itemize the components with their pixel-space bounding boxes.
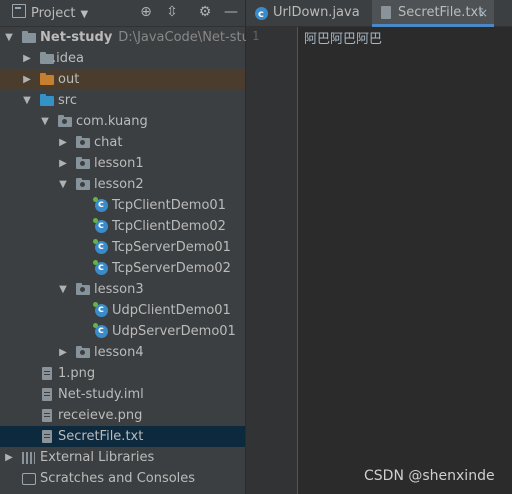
tree-item-label: lesson3 xyxy=(94,282,144,297)
tree-item-label: TcpServerDemo01 xyxy=(112,240,231,255)
chevron-down-icon[interactable]: ▼ xyxy=(40,111,50,132)
project-view-label: Project xyxy=(31,6,76,21)
tree-item-file[interactable]: 1.png xyxy=(0,363,245,384)
tree-item-label: TcpClientDemo02 xyxy=(112,219,226,234)
scratches-icon xyxy=(22,473,36,485)
tree-item-out[interactable]: ▶ out xyxy=(0,69,245,90)
chevron-down-icon[interactable]: ▼ xyxy=(58,279,68,300)
tree-item-java-class[interactable]: TcpServerDemo01 xyxy=(0,236,245,258)
image-file-icon xyxy=(42,367,52,380)
tree-item-scratches[interactable]: Scratches and Consoles xyxy=(0,468,245,489)
chevron-down-icon[interactable]: ▼ xyxy=(4,27,14,48)
tree-item-java-class[interactable]: TcpClientDemo01 xyxy=(0,194,245,216)
image-file-icon xyxy=(42,409,52,422)
tree-item-chat[interactable]: ▶ chat xyxy=(0,132,245,153)
java-class-icon xyxy=(255,2,268,28)
chevron-right-icon[interactable]: ▶ xyxy=(22,69,32,90)
tab-label: UrlDown.java xyxy=(273,5,360,20)
tree-item-label: lesson4 xyxy=(94,345,144,360)
text-file-icon xyxy=(42,430,52,443)
tree-item-net-study[interactable]: ▼ Net-study D:\JavaCode\Net-study xyxy=(0,27,266,48)
java-class-icon xyxy=(93,215,108,236)
tree-item-lesson1[interactable]: ▶ lesson1 xyxy=(0,153,245,174)
collapse-all-icon[interactable]: ⇳ xyxy=(164,4,180,20)
tree-item-label: lesson2 xyxy=(94,177,144,192)
chevron-down-icon: ▼ xyxy=(80,9,89,20)
tree-item-label: Net-study.iml xyxy=(58,387,144,402)
package-icon xyxy=(76,346,90,358)
tree-item-file[interactable]: receieve.png xyxy=(0,405,245,426)
tree-item-label: UdpServerDemo01 xyxy=(112,324,236,339)
gear-icon[interactable]: ⚙ xyxy=(197,4,213,20)
package-icon xyxy=(76,283,90,295)
tab-secretfile-txt[interactable]: SecretFile.txt × xyxy=(372,0,494,27)
tree-item-idea[interactable]: ▶ .idea xyxy=(0,48,245,69)
package-icon xyxy=(76,178,90,190)
tree-item-java-class[interactable]: TcpClientDemo02 xyxy=(0,215,245,237)
tree-item-lesson3[interactable]: ▼ lesson3 xyxy=(0,279,245,300)
tree-item-label: 1.png xyxy=(58,366,96,381)
crosshair-icon[interactable]: ⊕ xyxy=(138,4,154,20)
tree-item-file-selected[interactable]: SecretFile.txt xyxy=(0,426,245,447)
close-icon[interactable]: × xyxy=(478,0,488,26)
tree-item-external-libraries[interactable]: ▶ External Libraries xyxy=(0,447,245,468)
chevron-right-icon[interactable]: ▶ xyxy=(22,48,32,69)
editor-line[interactable]: 阿巴阿巴阿巴 xyxy=(304,28,382,47)
java-class-icon xyxy=(93,320,108,341)
package-icon xyxy=(76,136,90,148)
tab-urldown-java[interactable]: UrlDown.java xyxy=(246,0,370,28)
project-view-selector[interactable]: Project ▼ xyxy=(12,4,88,21)
editor-gutter xyxy=(246,27,298,494)
chevron-right-icon[interactable]: ▶ xyxy=(58,153,68,174)
tree-item-java-class[interactable]: UdpServerDemo01 xyxy=(0,320,245,342)
tree-item-label: Scratches and Consoles xyxy=(40,471,196,486)
module-file-icon xyxy=(42,388,52,401)
tree-item-label: External Libraries xyxy=(40,450,155,465)
tab-label: SecretFile.txt xyxy=(398,5,484,20)
source-folder-icon xyxy=(40,94,54,106)
module-path: D:\JavaCode\Net-study xyxy=(118,30,266,45)
java-class-icon xyxy=(93,257,108,278)
chevron-down-icon[interactable]: ▼ xyxy=(58,174,68,195)
tree-item-label: idea xyxy=(56,51,84,66)
tree-item-label: out xyxy=(58,72,80,87)
java-class-icon xyxy=(93,236,108,257)
package-icon xyxy=(76,157,90,169)
tree-item-label: src xyxy=(58,93,77,108)
tree-item-label: TcpClientDemo01 xyxy=(112,198,226,213)
tree-item-label: lesson1 xyxy=(94,156,144,171)
tree-item-label: com.kuang xyxy=(76,114,148,129)
minimize-icon[interactable]: — xyxy=(223,4,239,20)
project-toolbar: Project ▼ ⊕ ⇳ ⚙ — xyxy=(0,0,245,27)
java-class-icon xyxy=(93,194,108,215)
tree-item-label: receieve.png xyxy=(58,408,143,423)
tree-item-java-class[interactable]: UdpClientDemo01 xyxy=(0,299,245,321)
tree-item-label: chat xyxy=(94,135,123,150)
watermark: CSDN @shenxinde xyxy=(364,468,495,484)
tree-item-java-class[interactable]: TcpServerDemo02 xyxy=(0,257,245,279)
java-class-icon xyxy=(93,299,108,320)
chevron-down-icon[interactable]: ▼ xyxy=(22,90,32,111)
chevron-right-icon[interactable]: ▶ xyxy=(58,132,68,153)
tree-item-label: TcpServerDemo02 xyxy=(112,261,231,276)
editor-tab-bar: UrlDown.java SecretFile.txt × xyxy=(246,0,512,28)
tree-item-label: UdpClientDemo01 xyxy=(112,303,231,318)
line-number: 1 xyxy=(252,29,260,43)
tree-item-lesson4[interactable]: ▶ lesson4 xyxy=(0,342,245,363)
tree-item-file[interactable]: Net-study.iml xyxy=(0,384,245,405)
chevron-right-icon[interactable]: ▶ xyxy=(58,342,68,363)
tree-item-label: SecretFile.txt xyxy=(58,429,144,444)
tree-item-lesson2[interactable]: ▼ lesson2 xyxy=(0,174,245,195)
tree-item-com-kuang[interactable]: ▼ com.kuang xyxy=(0,111,245,132)
excluded-folder-icon xyxy=(40,73,54,85)
package-icon xyxy=(58,115,72,127)
chevron-right-icon[interactable]: ▶ xyxy=(4,447,14,468)
tree-item-src[interactable]: ▼ src xyxy=(0,90,245,111)
tree-item-label: Net-study xyxy=(40,30,113,45)
project-icon xyxy=(12,4,26,18)
module-folder-icon xyxy=(22,31,36,43)
libraries-icon xyxy=(22,452,35,464)
text-file-icon xyxy=(381,6,391,19)
